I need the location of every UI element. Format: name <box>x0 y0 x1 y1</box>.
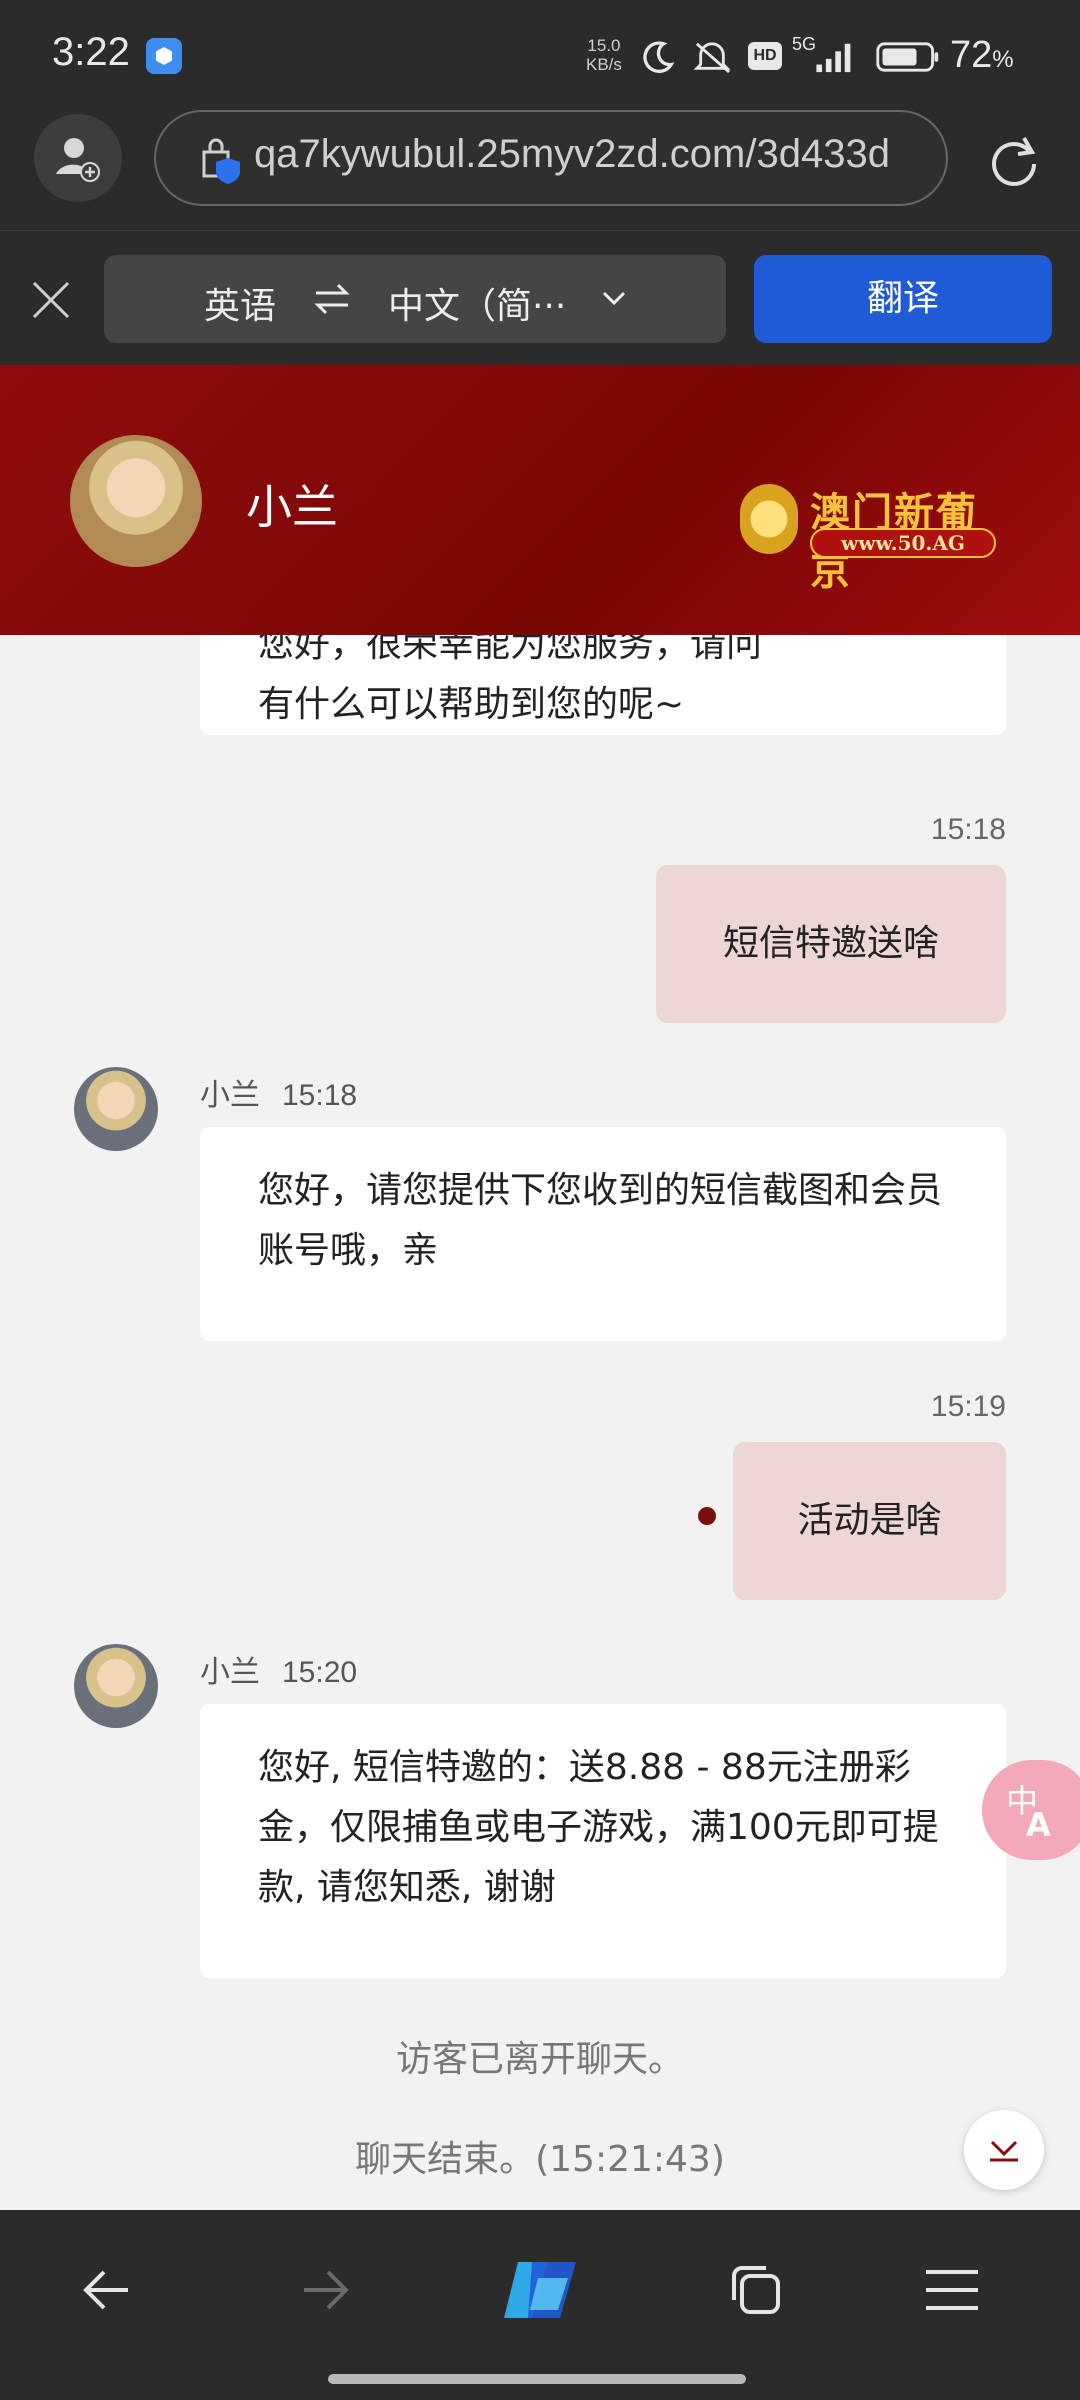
signal-icon <box>816 43 851 73</box>
app-notification-icon <box>146 38 182 74</box>
moon-icon <box>643 41 675 73</box>
unread-dot <box>698 1507 716 1525</box>
translate-button[interactable]: 翻译 <box>754 255 1052 343</box>
system-message: 聊天结束。(15:21:43) <box>355 2139 725 2180</box>
hd-icon: HD <box>748 42 782 70</box>
brand-url: www.50.AG <box>810 528 996 558</box>
bottom-navbar <box>0 2210 1080 2400</box>
mute-icon <box>693 42 731 74</box>
chat-header: 小兰 澳门新葡京 www.50.AG <box>0 365 1080 635</box>
battery-percent: 72% <box>950 34 1014 76</box>
chat-messages[interactable]: 您好，很荣幸能为您服务，请问 有什么可以帮助到您的呢~ 15:18 短信特邀送啥… <box>0 635 1080 2210</box>
chevron-down-icon[interactable] <box>598 285 630 313</box>
message-time: 15:19 <box>930 1390 1006 1423</box>
url-text: qa7kywubul.25myv2zd.com/3d433d <box>254 132 890 176</box>
address-bar[interactable]: qa7kywubul.25myv2zd.com/3d433d <box>154 110 948 206</box>
site-security-icon[interactable] <box>194 134 244 186</box>
message-time: 15:18 <box>930 813 1006 846</box>
translate-bar: 英语 中文（简··· 翻译 <box>0 230 1080 365</box>
message-incoming: 您好, 短信特邀的：送8.88 - 88元注册彩金，仅限捕鱼或电子游戏，满100… <box>200 1704 1006 1978</box>
status-time: 3:22 <box>52 30 130 74</box>
system-message: 访客已离开聊天。 <box>395 2039 684 2080</box>
message-incoming: 您好，很荣幸能为您服务，请问 有什么可以帮助到您的呢~ <box>200 635 1006 735</box>
back-arrow-icon[interactable] <box>68 2250 148 2330</box>
home-indicator[interactable] <box>328 2374 746 2384</box>
close-icon[interactable] <box>28 277 74 323</box>
copilot-icon[interactable] <box>498 2248 582 2332</box>
translate-fab[interactable]: 中 A <box>982 1760 1080 1860</box>
profile-button[interactable] <box>34 114 122 202</box>
message-sender: 小兰 15:20 <box>200 1655 358 1690</box>
brand-emblem-icon <box>740 484 798 554</box>
agent-avatar-small <box>74 1067 158 1151</box>
message-outgoing: 短信特邀送啥 <box>656 865 1006 1023</box>
swap-icon[interactable] <box>312 279 352 319</box>
translate-icon: 中 A <box>1006 1782 1051 1844</box>
message-incoming: 您好，请您提供下您收到的短信截图和会员账号哦，亲 <box>200 1127 1006 1341</box>
source-language[interactable]: 英语 <box>204 277 276 329</box>
forward-arrow-icon[interactable] <box>284 2250 364 2330</box>
language-selector[interactable]: 英语 中文（简··· <box>104 255 726 343</box>
message-outgoing: 活动是啥 <box>733 1442 1006 1600</box>
agent-name: 小兰 <box>246 480 338 534</box>
browser-toolbar: qa7kywubul.25myv2zd.com/3d433d <box>0 110 1080 230</box>
menu-icon[interactable] <box>912 2250 992 2330</box>
target-language[interactable]: 中文（简··· <box>388 277 566 329</box>
scroll-down-button[interactable] <box>964 2110 1044 2190</box>
reload-icon[interactable] <box>984 130 1044 190</box>
agent-avatar-small <box>74 1644 158 1728</box>
message-sender: 小兰 15:18 <box>200 1078 358 1113</box>
agent-avatar <box>70 435 202 567</box>
scroll-down-icon <box>990 2140 1018 2162</box>
add-profile-icon <box>56 138 100 182</box>
network-speed: 15.0 KB/s <box>586 36 622 74</box>
svg-text:A: A <box>1026 1806 1051 1844</box>
battery-icon <box>876 42 939 72</box>
brand-logo: 澳门新葡京 www.50.AG <box>740 480 1000 594</box>
status-bar: 3:22 15.0 KB/s HD 5G 72% <box>0 0 1080 110</box>
tabs-icon[interactable] <box>716 2250 796 2330</box>
